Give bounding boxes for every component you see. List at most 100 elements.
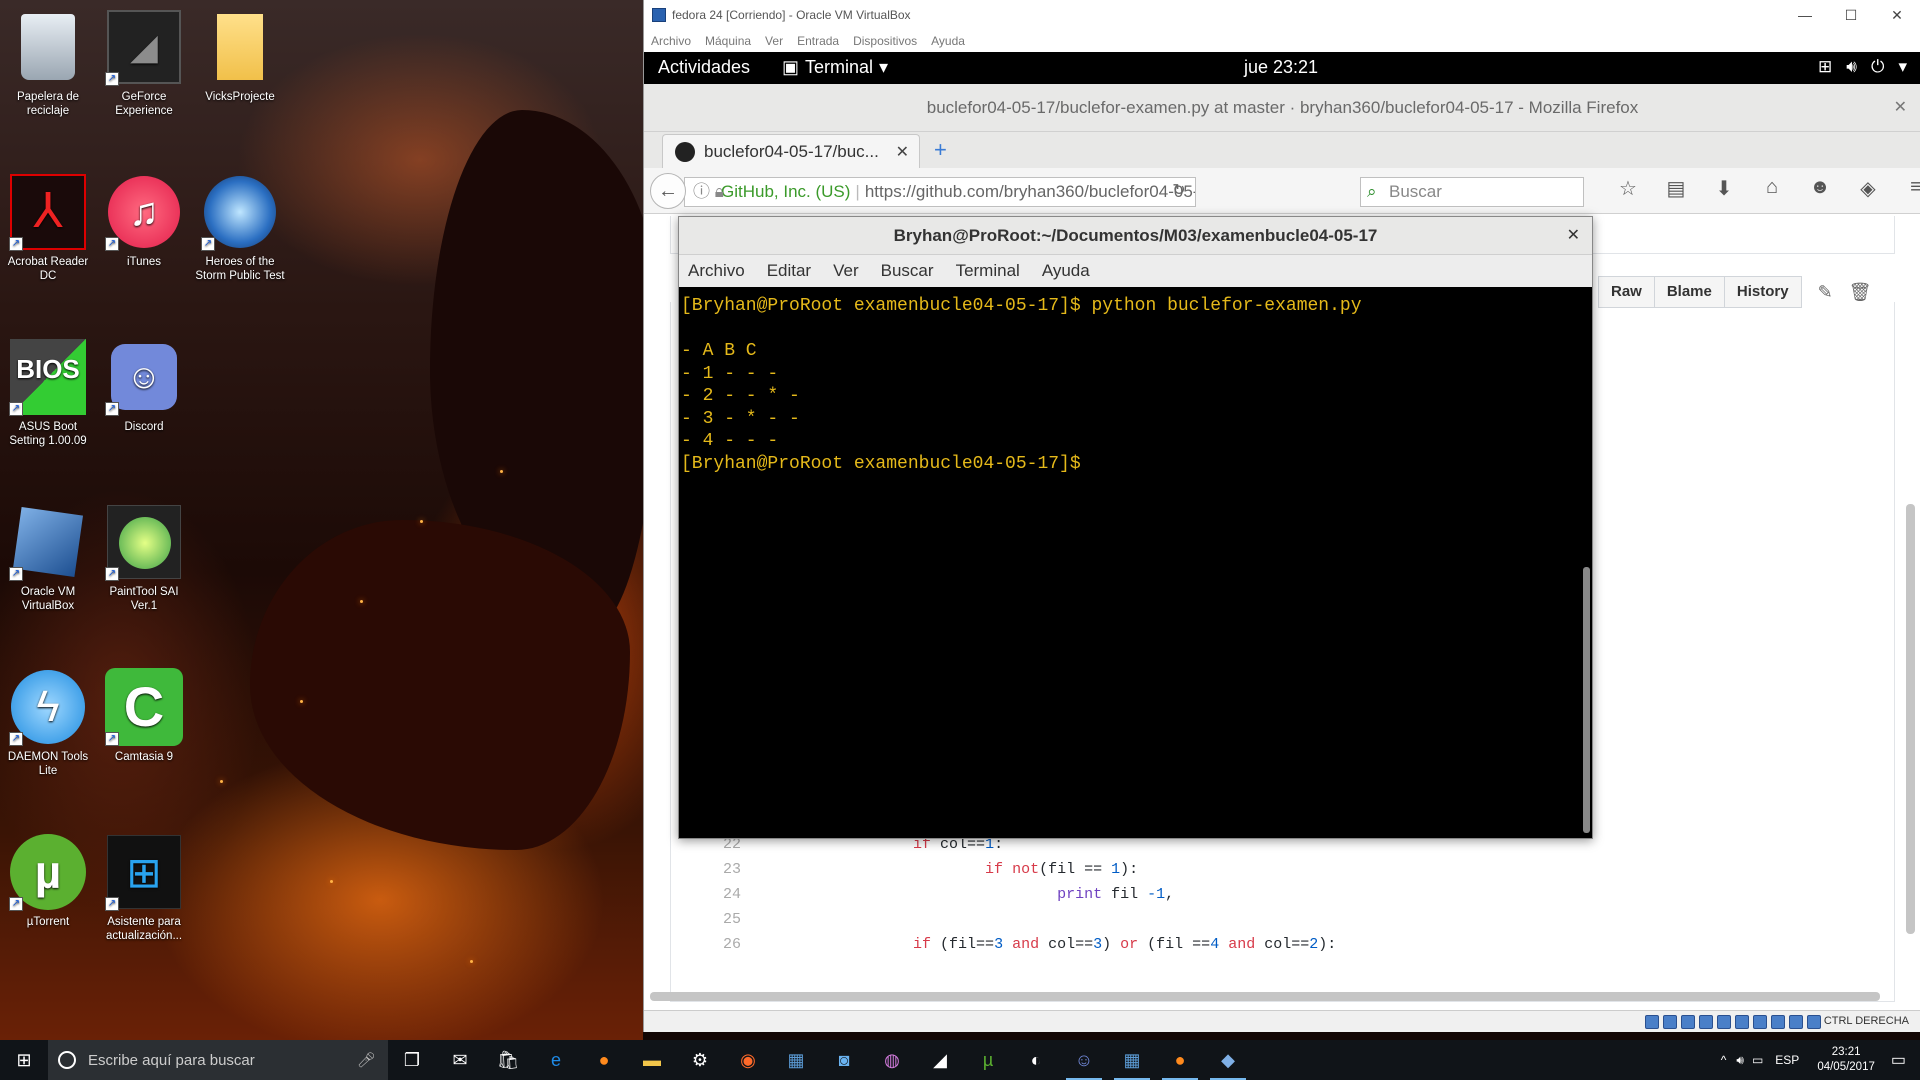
terminal-title: Bryhan@ProRoot:~/Documentos/M03/examenbu… xyxy=(893,226,1378,245)
pencil-icon[interactable]: ✎ xyxy=(1818,282,1833,303)
origin-icon[interactable]: ◉ xyxy=(724,1040,772,1080)
language-indicator[interactable]: ESP xyxy=(1775,1053,1799,1067)
desktop-icon-folder[interactable]: VicksProjecte xyxy=(192,8,288,104)
desktop-icon-camtasia[interactable]: C ↗ Camtasia 9 xyxy=(96,668,192,764)
reload-icon[interactable]: ↻ xyxy=(1164,177,1194,205)
gnome-clock[interactable]: jue 23:21 xyxy=(1244,57,1318,78)
start-button[interactable]: ⊞ xyxy=(0,1040,48,1080)
desktop-icon-itunes[interactable]: ♫ ↗ iTunes xyxy=(96,173,192,269)
terminal-menu-terminal[interactable]: Terminal xyxy=(956,261,1020,281)
mail-icon[interactable]: ✉ xyxy=(436,1040,484,1080)
desktop-icon-recycle-bin[interactable]: Papelera de reciclaje xyxy=(0,8,96,118)
vbox-menu-ver[interactable]: Ver xyxy=(765,34,783,48)
discord-icon[interactable]: ☺ xyxy=(1060,1040,1108,1080)
ember xyxy=(220,780,223,783)
trash-icon[interactable]: 🗑︎ xyxy=(1849,282,1872,303)
back-button[interactable]: ← xyxy=(650,173,686,209)
site-identity: GitHub, Inc. (US) xyxy=(721,182,851,201)
store-icon[interactable]: 🛍︎ xyxy=(484,1040,532,1080)
firefox-titlebar[interactable]: buclefor04-05-17/buclefor-examen.py at m… xyxy=(644,84,1920,132)
caret-down-icon: ▾ xyxy=(879,57,889,77)
desktop-icon-acrobat[interactable]: ⅄ ↗ Acrobat Reader DC xyxy=(0,173,96,283)
search-input[interactable]: ⌕ Buscar xyxy=(1360,177,1584,207)
chat-icon[interactable]: ☻ xyxy=(1796,176,1844,201)
pocket-icon[interactable]: ◈ xyxy=(1844,176,1892,201)
steam-icon[interactable]: ⚙ xyxy=(676,1040,724,1080)
utorrent-icon[interactable]: µ xyxy=(964,1040,1012,1080)
vbox-menu-entrada[interactable]: Entrada xyxy=(797,34,839,48)
hamburger-menu-icon[interactable]: ≡ xyxy=(1892,176,1920,201)
network-icon[interactable]: ▭ xyxy=(1752,1053,1763,1067)
terminal-menu-buscar[interactable]: Buscar xyxy=(881,261,934,281)
close-icon[interactable]: ✕ xyxy=(1874,0,1920,30)
close-icon[interactable]: ✕ xyxy=(1567,217,1580,255)
microphone-icon[interactable]: 🎤︎ xyxy=(357,1051,376,1069)
app-icon[interactable]: ◍ xyxy=(868,1040,916,1080)
terminal-titlebar[interactable]: Bryhan@ProRoot:~/Documentos/M03/examenbu… xyxy=(679,217,1592,255)
terminal-window[interactable]: Bryhan@ProRoot:~/Documentos/M03/examenbu… xyxy=(678,216,1593,839)
task-view-icon[interactable]: ❐ xyxy=(388,1040,436,1080)
system-tray: ^ 🔊︎ ▭ ESP 23:21 04/05/2017 ▭ xyxy=(1715,1040,1920,1080)
info-icon[interactable]: ⓘ 🔒︎ xyxy=(693,178,724,206)
terminal-menu-ver[interactable]: Ver xyxy=(833,261,859,281)
app-menu-terminal[interactable]: ▣ Terminal ▾ xyxy=(782,57,888,78)
vbox-menu-maquina[interactable]: Máquina xyxy=(705,34,751,48)
home-icon[interactable]: ⌂ xyxy=(1748,176,1796,201)
terminal-output[interactable]: [Bryhan@ProRoot examenbucle04-05-17]$ py… xyxy=(679,287,1580,838)
terminal-scrollbar[interactable] xyxy=(1583,567,1590,833)
file-explorer-icon[interactable]: ▬ xyxy=(628,1040,676,1080)
maximize-icon[interactable]: ☐ xyxy=(1828,0,1874,30)
vertical-scrollbar[interactable] xyxy=(1906,504,1915,934)
gnome-status-area[interactable]: ⊞ 🔊︎ ⏻ ▾ xyxy=(1818,57,1907,77)
chevron-up-icon[interactable]: ^ xyxy=(1721,1053,1727,1067)
geforce-icon[interactable]: ◢ xyxy=(916,1040,964,1080)
download-icon[interactable]: ⬇ xyxy=(1700,176,1748,201)
activities-button[interactable]: Actividades xyxy=(658,57,750,78)
vbox-device-icons[interactable] xyxy=(1645,1015,1821,1029)
obs-icon[interactable]: ◐ xyxy=(1012,1040,1060,1080)
close-icon[interactable]: ✕ xyxy=(1894,84,1907,132)
url-text: https://github.com/bryhan360/buclefor04-… xyxy=(864,182,1196,201)
terminal-menu-archivo[interactable]: Archivo xyxy=(688,261,745,281)
virtualbox-icon[interactable]: ◆ xyxy=(1204,1040,1252,1080)
virtualbox-icon: ↗ xyxy=(9,503,87,581)
desktop-icon-discord[interactable]: ☺ ↗ Discord xyxy=(96,338,192,434)
desktop-icon-daemon-tools[interactable]: ϟ ↗ DAEMON Tools Lite xyxy=(0,668,96,778)
desktop-icon-utorrent[interactable]: µ ↗ µTorrent xyxy=(0,833,96,929)
terminal-menu-editar[interactable]: Editar xyxy=(767,261,811,281)
edge-icon[interactable]: e xyxy=(532,1040,580,1080)
new-tab-icon[interactable]: + xyxy=(934,137,947,163)
close-tab-icon[interactable]: ✕ xyxy=(896,142,909,162)
desktop-icon-heroes[interactable]: ↗ Heroes of the Storm Public Test xyxy=(192,173,288,283)
reading-list-icon[interactable]: ▤ xyxy=(1652,176,1700,201)
firefox-icon[interactable]: ● xyxy=(580,1040,628,1080)
vs-running-icon[interactable]: ▦ xyxy=(1108,1040,1156,1080)
vbox-titlebar[interactable]: fedora 24 [Corriendo] - Oracle VM Virtua… xyxy=(644,0,1920,30)
ember xyxy=(300,700,303,703)
taskbar-search[interactable]: Escribe aquí para buscar 🎤︎ xyxy=(48,1040,388,1080)
bookmark-star-icon[interactable]: ☆ xyxy=(1604,176,1652,201)
taskbar-clock[interactable]: 23:21 04/05/2017 xyxy=(1817,1045,1875,1075)
vs-icon[interactable]: ▦ xyxy=(772,1040,820,1080)
uplay-icon[interactable]: ◙ xyxy=(820,1040,868,1080)
terminal-menu-ayuda[interactable]: Ayuda xyxy=(1042,261,1090,281)
network-icon xyxy=(1735,1015,1749,1029)
minimize-icon[interactable]: — xyxy=(1782,0,1828,30)
desktop-icon-geforce[interactable]: ◢ ↗ GeForce Experience xyxy=(96,8,192,118)
volume-icon[interactable]: 🔊︎ xyxy=(1736,1053,1744,1068)
browser-tab[interactable]: buclefor04-05-17/buc... ✕ xyxy=(662,134,920,168)
url-bar[interactable]: ⓘ 🔒︎ GitHub, Inc. (US) | https://github.co… xyxy=(684,177,1196,207)
firefox-running-icon[interactable]: ● xyxy=(1156,1040,1204,1080)
network-icon: ⊞ xyxy=(1818,57,1833,76)
vbox-menu-dispositivos[interactable]: Dispositivos xyxy=(853,34,917,48)
code-line: 25 xyxy=(722,911,741,928)
vbox-menu-archivo[interactable]: Archivo xyxy=(651,34,691,48)
desktop-icon-windows-update[interactable]: ⊞ ↗ Asistente para actualización... xyxy=(96,833,192,943)
notification-icon[interactable]: ▭ xyxy=(1891,1050,1906,1070)
terminal-line: - 4 - - - xyxy=(681,431,779,451)
desktop-icon-painttool[interactable]: ↗ PaintTool SAI Ver.1 xyxy=(96,503,192,613)
desktop-icon-asus-boot[interactable]: BIOS ↗ ASUS Boot Setting 1.00.09 xyxy=(0,338,96,448)
desktop-icon-virtualbox[interactable]: ↗ Oracle VM VirtualBox xyxy=(0,503,96,613)
horizontal-scrollbar[interactable] xyxy=(650,992,1880,1001)
vbox-menu-ayuda[interactable]: Ayuda xyxy=(931,34,965,48)
